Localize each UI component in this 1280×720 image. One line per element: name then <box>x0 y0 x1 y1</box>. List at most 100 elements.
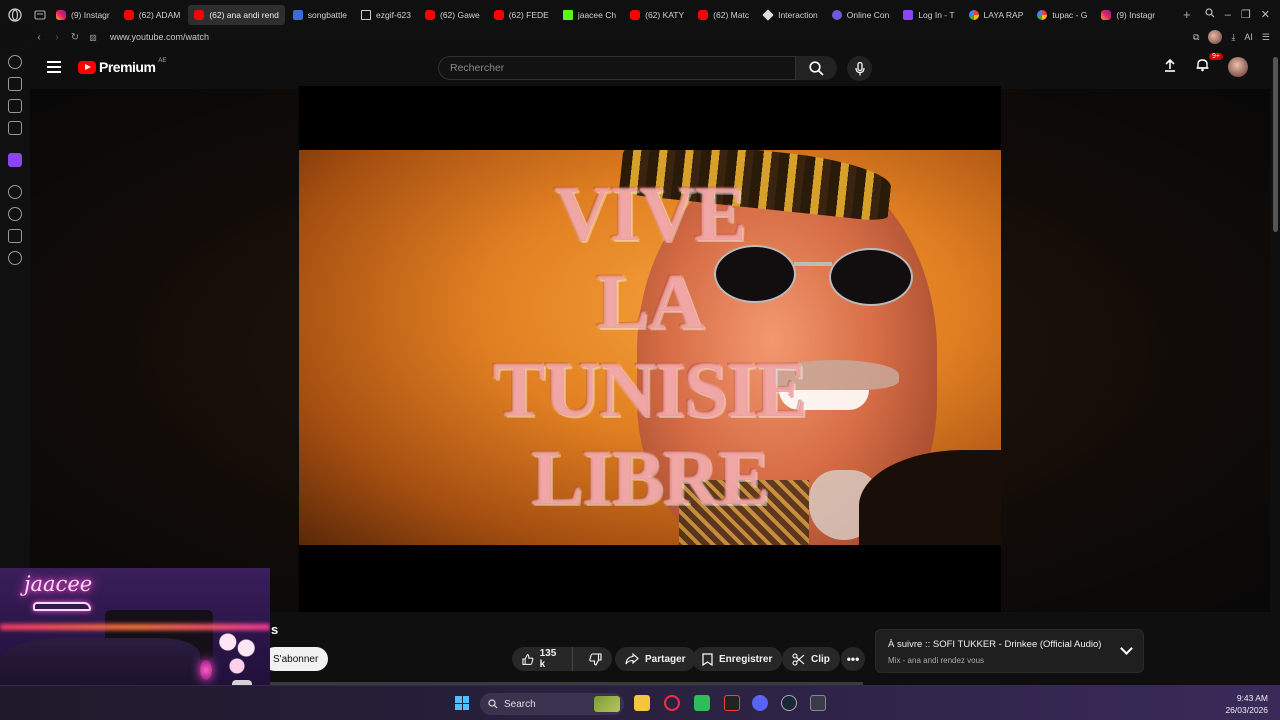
browser-tab[interactable]: LAYA RAP <box>963 5 1030 25</box>
bookmark-icon <box>702 652 713 666</box>
browser-tab-label: (9) Instagr <box>71 9 110 20</box>
save-button[interactable]: Enregistrer <box>692 647 783 671</box>
browser-tab[interactable]: (62) KATY <box>624 5 690 25</box>
sidebar-mail-icon[interactable] <box>8 121 22 135</box>
sidebar-history-icon[interactable] <box>8 207 22 221</box>
voice-search-button[interactable] <box>847 56 872 81</box>
share-button[interactable]: Partager <box>615 647 696 671</box>
browser-tab[interactable]: songbattle <box>287 5 353 25</box>
up-next-card[interactable]: À suivre :: SOFI TUKKER - Drinkee (Offic… <box>875 629 1144 673</box>
browser-tab[interactable]: tupac - G <box>1031 5 1093 25</box>
sidebar-settings-icon[interactable] <box>8 251 22 265</box>
extensions-icon[interactable]: ⧉ <box>1193 32 1199 43</box>
restore-icon[interactable]: ❐ <box>1241 8 1251 21</box>
chevron-down-icon[interactable] <box>1120 642 1133 655</box>
sidebar-refresh-icon[interactable] <box>8 55 22 69</box>
forward-icon[interactable]: › <box>48 32 66 43</box>
up-next-subtitle: Mix - ana andi rendez vous <box>888 656 985 665</box>
sidebar-play-icon[interactable] <box>8 185 22 199</box>
browser-tab-strip: (9) Instagr (62) ADAM (62) ana andi rend so… <box>0 0 1280 29</box>
browser-tab-label: (62) ADAM <box>138 9 181 20</box>
browser-tab[interactable]: Online Con <box>826 5 896 25</box>
minimize-icon[interactable]: – <box>1225 9 1231 21</box>
browser-tab[interactable]: (9) Instagr <box>50 5 116 25</box>
instagram-icon <box>1101 9 1112 20</box>
search-tabs-icon[interactable] <box>1205 8 1215 21</box>
video-player[interactable]: VIVE LA TUNISIE LIBRE <box>299 86 1001 612</box>
like-button[interactable]: 135 k <box>512 647 573 671</box>
google-icon <box>968 9 979 20</box>
browser-tab[interactable]: jaacee Ch <box>557 5 622 25</box>
upload-icon[interactable] <box>1163 58 1177 77</box>
browser-tab-label: (62) KATY <box>645 9 685 20</box>
ai-button[interactable]: AI <box>1244 32 1253 42</box>
page-scrollbar[interactable] <box>1270 45 1280 685</box>
sidebar-bag-icon[interactable] <box>8 77 22 91</box>
youtube-brand: Premium <box>99 59 156 75</box>
browser-tab[interactable]: ezgif-623 <box>355 5 417 25</box>
menu-icon[interactable]: ☰ <box>1262 32 1270 43</box>
more-actions-button[interactable]: ••• <box>841 647 865 671</box>
new-tab-button[interactable]: + <box>1177 5 1197 25</box>
search-icon <box>809 60 824 76</box>
back-icon[interactable]: ‹ <box>30 32 48 43</box>
search-button[interactable] <box>796 56 837 80</box>
browser-tab[interactable]: (62) ana andi rend <box>188 4 285 25</box>
download-icon[interactable]: ⤓ <box>1231 32 1235 43</box>
reload-icon[interactable]: ↻ <box>66 32 84 43</box>
taskbar-search-label: Search <box>504 698 536 710</box>
kick-icon <box>562 9 573 20</box>
video-area: VIVE LA TUNISIE LIBRE <box>30 86 1270 612</box>
notifications-button[interactable]: 9+ <box>1195 53 1223 77</box>
scrollbar-thumb[interactable] <box>1273 57 1278 232</box>
like-count: 135 k <box>539 648 557 670</box>
app-icon[interactable] <box>810 695 826 711</box>
tab-search-icon[interactable] <box>30 0 50 29</box>
taskbar-search[interactable]: Search <box>480 693 624 715</box>
opera-icon[interactable] <box>664 695 680 711</box>
browser-tab-label: Online Con <box>846 9 890 20</box>
taskbar: Search 9:43 AM 26/03/2026 <box>0 685 1280 720</box>
browser-tab[interactable]: (62) ADAM <box>118 5 187 25</box>
steam-icon[interactable] <box>781 695 797 711</box>
subscribe-button[interactable]: S'abonner <box>263 647 329 671</box>
file-explorer-icon[interactable] <box>634 695 650 711</box>
search-icon <box>488 699 498 709</box>
youtube-icon <box>123 9 134 20</box>
youtube-logo[interactable]: Premium AE <box>78 58 166 75</box>
browser-tab[interactable]: (62) Matc <box>692 5 755 25</box>
youtube-icon <box>630 9 641 20</box>
youtube-icon <box>493 9 504 20</box>
close-icon[interactable]: ✕ <box>1261 8 1270 21</box>
discord-icon[interactable] <box>752 695 768 711</box>
system-clock[interactable]: 9:43 AM 26/03/2026 <box>1225 692 1268 716</box>
search-highlight-image <box>594 696 620 712</box>
header-actions: 9+ <box>1163 53 1248 77</box>
url-field[interactable]: www.youtube.com/watch <box>110 32 209 42</box>
capcut-icon[interactable] <box>724 695 740 711</box>
user-avatar[interactable] <box>1228 57 1248 77</box>
browser-tab[interactable]: Interaction <box>757 5 824 25</box>
share-label: Partager <box>645 653 686 665</box>
browser-menu-icon[interactable] <box>0 0 30 29</box>
search-input[interactable]: Rechercher <box>438 56 796 80</box>
clip-button[interactable]: Clip <box>782 647 840 671</box>
browser-tab[interactable]: Log In - T <box>897 5 960 25</box>
profile-avatar[interactable] <box>1208 30 1223 44</box>
window-controls: – ❐ ✕ <box>1197 8 1280 21</box>
browser-tab-label: ezgif-623 <box>376 9 411 20</box>
youtube-play-icon <box>78 60 96 74</box>
media-app-icon[interactable] <box>694 695 710 711</box>
sidebar-extensions-icon[interactable] <box>8 229 22 243</box>
sidebar-notes-icon[interactable] <box>8 99 22 113</box>
browser-tab[interactable]: (9) Instagr <box>1095 5 1161 25</box>
browser-tab[interactable]: (62) Gawe <box>419 5 486 25</box>
windows-start-icon[interactable] <box>455 696 469 710</box>
hamburger-menu-icon[interactable] <box>47 61 61 73</box>
browser-tab[interactable]: (62) FEDE <box>488 5 555 25</box>
dislike-button[interactable] <box>579 647 612 671</box>
sidebar-twitch-icon[interactable] <box>8 153 22 167</box>
browser-tab-label: Log In - T <box>918 9 955 20</box>
circle-icon <box>831 9 842 20</box>
diamond-icon <box>762 8 774 21</box>
